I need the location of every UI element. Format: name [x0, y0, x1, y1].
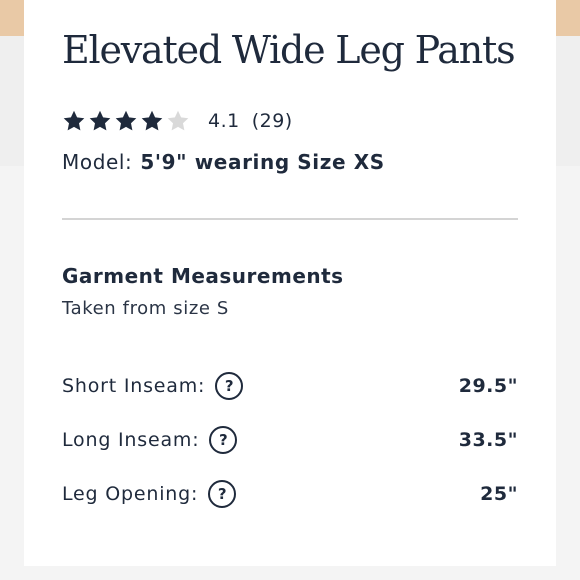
star-icon [167, 110, 189, 131]
star-icon [63, 110, 85, 131]
review-count-link[interactable]: (29) [252, 110, 293, 132]
background-right-edge [556, 0, 580, 36]
measurement-row-short-inseam: Short Inseam: ? 29.5" [62, 370, 518, 402]
divider [62, 218, 518, 220]
help-icon[interactable]: ? [215, 372, 244, 400]
help-icon[interactable]: ? [208, 480, 237, 508]
measurement-row-long-inseam: Long Inseam: ? 33.5" [62, 424, 518, 456]
background-left-edge [0, 0, 24, 36]
measurement-value: 33.5" [458, 429, 518, 451]
measurement-row-leg-opening: Leg Opening: ? 25" [62, 478, 518, 510]
product-title: Elevated Wide Leg Pants [62, 28, 516, 72]
star-icon [89, 110, 111, 131]
measurement-label: Short Inseam: [62, 375, 206, 397]
measurements-subheading: Taken from size S [62, 298, 229, 319]
model-size-value: 5'9" wearing Size XS [140, 150, 385, 174]
model-label: Model: [62, 150, 133, 174]
rating-stars [62, 109, 190, 133]
measurement-label: Long Inseam: [62, 429, 200, 451]
star-icon [115, 110, 137, 131]
model-info: Model: 5'9" wearing Size XS [62, 150, 385, 174]
rating-value: 4.1 [208, 110, 240, 132]
rating-row[interactable]: 4.1 (29) [62, 108, 293, 134]
star-icon [141, 110, 163, 131]
measurement-label: Leg Opening: [62, 483, 199, 505]
help-icon[interactable]: ? [209, 426, 238, 454]
product-info-card: Elevated Wide Leg Pants 4.1 (29) Model: 5… [24, 0, 556, 566]
measurement-value: 25" [480, 483, 518, 505]
measurement-value: 29.5" [458, 375, 518, 397]
measurements-heading: Garment Measurements [62, 264, 344, 288]
